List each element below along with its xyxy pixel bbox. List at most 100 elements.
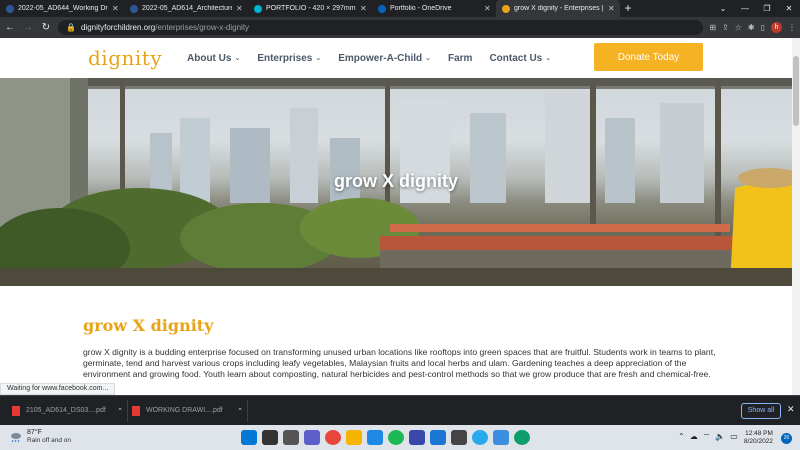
browser-tab[interactable]: PORTFOLIO - 420 × 297mm ✕ — [248, 0, 372, 17]
tab-favicon-icon — [378, 4, 386, 13]
section-heading: grow X dignity — [83, 316, 214, 335]
back-button[interactable]: ← — [4, 22, 16, 33]
tab-title: Portfolio - OneDrive — [390, 5, 452, 12]
download-options-icon[interactable]: ⌃ — [237, 407, 243, 415]
nav-item-label: Contact Us — [489, 52, 543, 64]
weather-temp: 87°F — [27, 429, 42, 436]
start-icon[interactable] — [241, 430, 257, 445]
download-filename: WORKING DRAWI....pdf — [146, 407, 223, 414]
cloud-icon[interactable]: ☁ — [690, 432, 698, 442]
download-item[interactable]: WORKING DRAWI....pdf ⌃ — [128, 399, 248, 422]
spotify-icon[interactable] — [388, 430, 404, 445]
install-icon[interactable]: ⊞ — [709, 23, 716, 32]
scrollbar-thumb[interactable] — [793, 56, 799, 126]
app2-icon[interactable] — [451, 430, 467, 445]
battery-icon[interactable]: ▭ — [730, 432, 738, 442]
mail-icon[interactable] — [430, 430, 446, 445]
nav-item[interactable]: Enterprises ⌄ — [257, 53, 321, 64]
system-tray: ⌃ ☁ ⌔ 🔈 ▭ — [678, 432, 738, 442]
store-icon[interactable] — [367, 430, 383, 445]
photos-icon[interactable] — [493, 430, 509, 445]
tab-favicon-icon — [130, 4, 138, 13]
nav-item[interactable]: Contact Us ⌄ — [489, 53, 551, 64]
nav-item-label: Farm — [448, 52, 473, 64]
rain-cloud-icon — [11, 433, 21, 443]
chat-icon[interactable] — [304, 430, 320, 445]
site-header: dignity About Us ⌄ Enterprises ⌄ Empower-A-C… — [0, 38, 792, 78]
side-panel-icon[interactable]: ▯ — [761, 23, 765, 32]
web-page: dignity About Us ⌄ Enterprises ⌄ Empower-A-C… — [0, 38, 792, 395]
forward-button[interactable]: → — [22, 22, 34, 33]
dignity-logo[interactable]: dignity — [88, 46, 187, 70]
nav-item[interactable]: Empower-A-Child ⌄ — [338, 53, 431, 64]
menu-kebab-icon[interactable]: ⋮ — [788, 23, 796, 32]
edge-icon[interactable] — [514, 430, 530, 445]
nav-item-label: Empower-A-Child — [338, 52, 423, 64]
weather-widget[interactable]: 87°F Rain off and on — [10, 429, 71, 445]
tab-search-icon[interactable]: ⌄ — [712, 0, 734, 17]
taskbar-clock[interactable]: 12:48 PM 8/20/2022 — [744, 430, 773, 446]
nav-item-label: About Us — [187, 52, 232, 64]
share-icon[interactable]: ⇪ — [722, 23, 729, 32]
pdf-file-icon — [12, 405, 20, 416]
notification-badge[interactable]: 20 — [781, 433, 792, 444]
tab-title: 2022-05_AD644_Working Drawi... — [18, 5, 108, 12]
nav-item-label: Enterprises — [257, 52, 313, 64]
download-filename: 2105_AD614_DS03....pdf — [26, 407, 106, 414]
browser-tab[interactable]: 2022-05_AD644_Working Drawi... ✕ — [0, 0, 124, 17]
donate-button[interactable]: Donate Today — [594, 43, 703, 71]
description-paragraph: grow X dignity is a budding enterprise f… — [83, 347, 716, 379]
search-icon[interactable] — [262, 430, 278, 445]
window-controls: ⌄ — ❐ ✕ — [712, 0, 800, 17]
new-tab-button[interactable]: + — [620, 0, 636, 17]
show-all-downloads-button[interactable]: Show all — [741, 403, 781, 419]
reload-button[interactable]: ↻ — [40, 22, 52, 33]
profile-avatar[interactable]: h — [771, 22, 782, 33]
chrome-icon[interactable] — [325, 430, 341, 445]
browser-tab[interactable]: 2022-05_AD614_Architecture De... ✕ — [124, 0, 248, 17]
clock-date: 8/20/2022 — [744, 438, 773, 445]
nav-item[interactable]: Farm — [448, 53, 472, 64]
close-download-bar-icon[interactable]: ✕ — [787, 404, 795, 415]
browser-tab[interactable]: grow X dignity - Enterprises | Di... ✕ — [496, 0, 620, 17]
tab-favicon-icon — [502, 4, 510, 13]
lock-icon: 🔒 — [66, 23, 76, 32]
hero-banner: grow X dignity — [0, 78, 792, 286]
extensions-icon[interactable]: ✱ — [748, 23, 755, 32]
tab-close-icon[interactable]: ✕ — [484, 4, 492, 13]
wifi-icon[interactable]: ⌔ — [703, 432, 711, 442]
tab-title: grow X dignity - Enterprises | Di... — [514, 5, 604, 12]
tab-title: PORTFOLIO - 420 × 297mm — [266, 5, 356, 12]
chevron-down-icon: ⌄ — [315, 55, 322, 62]
tab-close-icon[interactable]: ✕ — [236, 4, 244, 13]
clock-time: 12:48 PM — [745, 430, 773, 437]
main-nav: About Us ⌄ Enterprises ⌄ Empower-A-Child ⌄ Far… — [187, 53, 551, 64]
download-item[interactable]: 2105_AD614_DS03....pdf ⌃ — [8, 399, 128, 422]
hero-title: grow X dignity — [334, 171, 458, 191]
chevron-down-icon: ⌄ — [545, 55, 552, 62]
volume-icon[interactable]: 🔈 — [715, 432, 725, 442]
url-field[interactable]: 🔒 dignityforchildren.org/enterprises/gro… — [58, 20, 704, 35]
bookmark-star-icon[interactable]: ☆ — [735, 23, 742, 32]
tab-close-icon[interactable]: ✕ — [360, 4, 368, 13]
browser-tab-bar: 2022-05_AD644_Working Drawi...✕2022-05_A… — [0, 0, 800, 17]
nav-item[interactable]: About Us ⌄ — [187, 53, 240, 64]
download-options-icon[interactable]: ⌃ — [117, 407, 123, 415]
chevron-down-icon: ⌄ — [425, 55, 431, 62]
download-bar: 2105_AD614_DS03....pdf ⌃ WORKING DRAWI....… — [0, 395, 800, 425]
task-view-icon[interactable] — [283, 430, 299, 445]
tab-close-icon[interactable]: ✕ — [112, 4, 120, 13]
content-section: grow X dignity grow X dignity is a buddi… — [0, 286, 720, 380]
browser-tab[interactable]: Portfolio - OneDrive ✕ — [372, 0, 496, 17]
minimize-button[interactable]: — — [734, 0, 756, 17]
close-window-button[interactable]: ✕ — [778, 0, 800, 17]
tray-chevron-icon[interactable]: ⌃ — [678, 432, 685, 442]
tab-close-icon[interactable]: ✕ — [608, 4, 616, 13]
tab-favicon-icon — [6, 4, 14, 13]
telegram-icon[interactable] — [472, 430, 488, 445]
restore-button[interactable]: ❐ — [756, 0, 778, 17]
file-explorer-icon[interactable] — [346, 430, 362, 445]
tab-title: 2022-05_AD614_Architecture De... — [142, 5, 232, 12]
app-icon[interactable] — [409, 430, 425, 445]
pdf-file-icon — [132, 405, 140, 416]
